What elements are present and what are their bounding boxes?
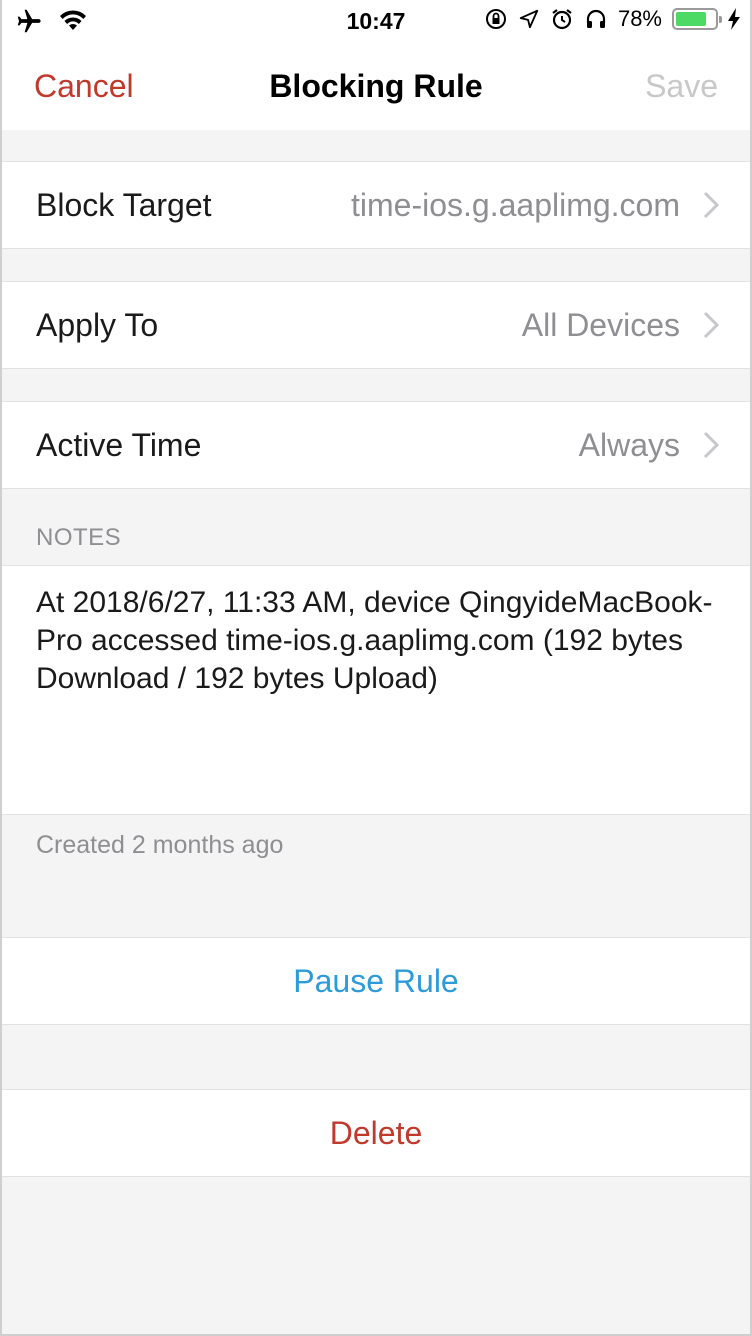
- charging-icon: [728, 8, 740, 30]
- battery-icon: [672, 8, 722, 30]
- headphones-icon: [586, 9, 606, 28]
- block-target-value: time-ios.g.aaplimg.com: [351, 187, 680, 223]
- notes-header: NOTES: [36, 524, 122, 551]
- chevron-right-icon: [703, 431, 720, 459]
- location-icon: [519, 9, 539, 29]
- chevron-right-icon: [703, 191, 720, 219]
- chevron-right-icon: [703, 311, 720, 339]
- alarm-icon: [552, 9, 572, 30]
- battery-fill: [676, 12, 706, 26]
- notes-field[interactable]: At 2018/6/27, 11:33 AM, device QingyideM…: [2, 565, 750, 815]
- active-time-label: Active Time: [36, 427, 202, 463]
- notes-text: At 2018/6/27, 11:33 AM, device QingyideM…: [36, 586, 713, 695]
- status-bar: 10:47 78%: [2, 0, 750, 44]
- active-time-row[interactable]: Active Time Always: [2, 401, 750, 489]
- pause-rule-button[interactable]: Pause Rule: [2, 937, 750, 1025]
- battery-percent: 78%: [617, 6, 662, 31]
- apply-to-value: All Devices: [521, 307, 680, 343]
- block-target-label: Block Target: [36, 187, 212, 223]
- navigation-bar: Cancel Blocking Rule Save: [2, 44, 750, 130]
- block-target-row[interactable]: Block Target time-ios.g.aaplimg.com: [2, 161, 750, 249]
- apply-to-label: Apply To: [36, 307, 159, 343]
- rotation-lock-icon: [485, 9, 506, 29]
- screen: 10:47 78% Cancel Blocking Rule Save Bloc…: [0, 0, 752, 1336]
- save-button[interactable]: Save: [645, 68, 718, 105]
- delete-button[interactable]: Delete: [2, 1089, 750, 1177]
- created-timestamp: Created 2 months ago: [36, 831, 284, 859]
- page-title: Blocking Rule: [269, 68, 483, 104]
- active-time-value: Always: [578, 427, 680, 463]
- apply-to-row[interactable]: Apply To All Devices: [2, 281, 750, 369]
